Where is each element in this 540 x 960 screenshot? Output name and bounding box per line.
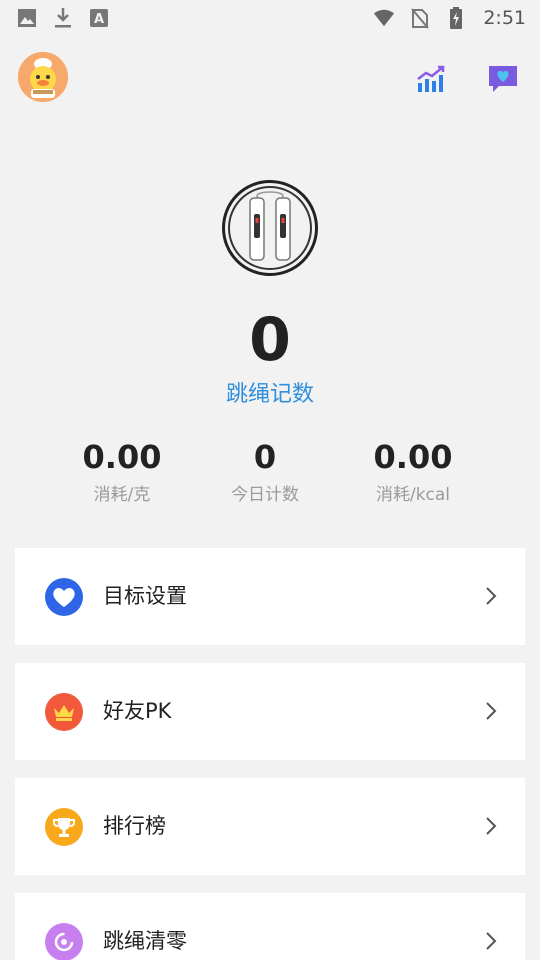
reset-icon [54, 932, 74, 952]
menu-label: 跳绳清零 [103, 929, 187, 953]
menu-icon-badge [45, 693, 83, 731]
menu-item-reset-count[interactable]: 跳绳清零 [15, 893, 525, 960]
image-icon [16, 7, 38, 29]
menu-label: 目标设置 [103, 584, 187, 608]
stat-grams: 0.00 消耗/克 [42, 438, 202, 505]
heart-message-icon [489, 66, 517, 92]
header [0, 52, 540, 104]
status-time: 2:51 [483, 7, 526, 29]
heart-icon [53, 588, 75, 607]
status-bar-right: 2:51 [373, 7, 526, 29]
stat-label: 消耗/克 [93, 485, 151, 505]
jump-count-value: 0 [249, 305, 291, 375]
font-a-icon: A [88, 7, 110, 29]
avatar[interactable] [18, 52, 68, 102]
stat-label: 消耗/kcal [375, 485, 451, 505]
status-bar-left: A [16, 7, 110, 29]
stat-today-count: 0 今日计数 [185, 438, 345, 505]
menu-icon-badge [45, 808, 83, 846]
stats-button[interactable] [414, 62, 448, 96]
no-sim-icon [409, 7, 431, 29]
crown-icon [54, 705, 74, 721]
status-bar: A 2:51 [0, 0, 540, 36]
message-button[interactable] [486, 62, 520, 96]
stat-value: 0 [253, 438, 277, 476]
duck-avatar-icon [18, 52, 68, 102]
battery-charging-icon [445, 7, 467, 29]
trend-chart-icon [417, 65, 445, 92]
stat-label: 今日计数 [231, 485, 299, 505]
wifi-icon [373, 7, 395, 29]
menu-icon-badge [45, 578, 83, 616]
device-ring [228, 186, 312, 270]
stats-row: 0.00 消耗/克 0 今日计数 0.00 消耗/kcal [0, 438, 540, 508]
chevron-right-icon [486, 702, 497, 720]
chevron-right-icon [486, 587, 497, 605]
svg-text:A: A [94, 12, 104, 27]
menu-item-leaderboard[interactable]: 排行榜 [15, 778, 525, 875]
trophy-icon [53, 818, 75, 837]
menu-label: 好友PK [103, 699, 172, 723]
jump-rope-device[interactable] [222, 180, 318, 276]
download-icon [52, 7, 74, 29]
menu-icon-badge [45, 923, 83, 960]
chevron-right-icon [486, 817, 497, 835]
menu-item-goal-settings[interactable]: 目标设置 [15, 548, 525, 645]
stat-kcal: 0.00 消耗/kcal [333, 438, 493, 505]
jump-rope-icon [249, 191, 291, 261]
chevron-right-icon [486, 932, 497, 950]
menu-item-friend-pk[interactable]: 好友PK [15, 663, 525, 760]
stat-value: 0.00 [82, 438, 162, 476]
jump-count-link[interactable]: 跳绳记数 [0, 376, 540, 408]
stat-value: 0.00 [373, 438, 453, 476]
menu-label: 排行榜 [103, 814, 166, 838]
